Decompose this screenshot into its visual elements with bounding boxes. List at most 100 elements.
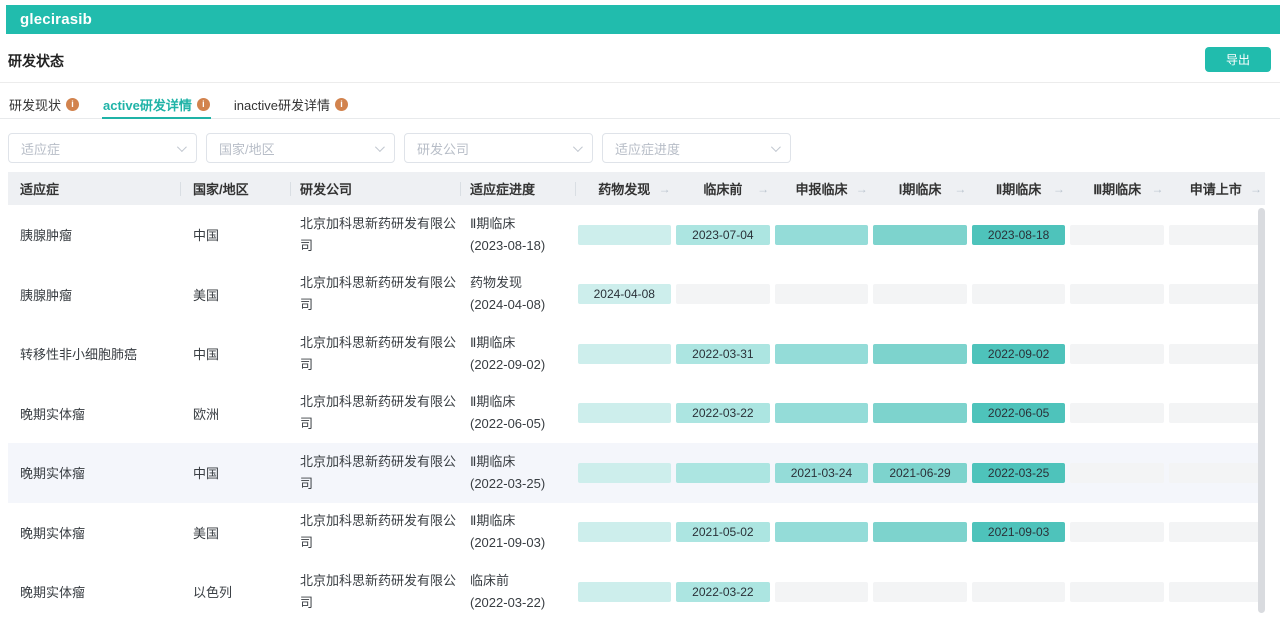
table-row[interactable]: 晚期实体瘤美国北京加科思新药研发有限公司Ⅱ期临床(2021-09-03)2021… bbox=[8, 503, 1265, 563]
arrow-right-icon: → bbox=[954, 182, 966, 196]
header-divider bbox=[0, 82, 1280, 83]
phase-slot-6 bbox=[1068, 324, 1167, 384]
progress-bar-empty bbox=[1169, 582, 1263, 602]
phase-slot-7 bbox=[1166, 324, 1265, 384]
progress-bar: 2022-03-25 bbox=[972, 463, 1066, 483]
progress-bar-empty bbox=[1169, 522, 1263, 542]
cell-progress: Ⅱ期临床(2022-06-05) bbox=[460, 384, 575, 444]
filter-select-company[interactable]: 研发公司 bbox=[404, 133, 593, 163]
phase-slot-7 bbox=[1166, 503, 1265, 563]
progress-bar-empty bbox=[873, 582, 967, 602]
column-header-phase-6: Ⅲ期临床→ bbox=[1068, 172, 1167, 205]
filter-select-indication[interactable]: 适应症 bbox=[8, 133, 197, 163]
phase-slot-3 bbox=[772, 384, 871, 444]
progress-bar-empty bbox=[972, 284, 1066, 304]
cell-indication: 胰腺肿瘤 bbox=[8, 205, 180, 265]
progress-bar-empty bbox=[1070, 344, 1164, 364]
cell-company: 北京加科思新药研发有限公司 bbox=[290, 205, 460, 265]
phase-slot-4 bbox=[871, 205, 970, 265]
progress-date: (2021-09-03) bbox=[470, 532, 575, 554]
company-name: 北京加科思新药研发有限公司 bbox=[300, 510, 460, 554]
progress-bar: 2021-06-29 bbox=[873, 463, 967, 483]
progress-bar bbox=[578, 344, 672, 364]
cell-indication: 晚期实体瘤 bbox=[8, 503, 180, 563]
export-button[interactable]: 导出 bbox=[1205, 47, 1271, 72]
progress-stage: Ⅱ期临床 bbox=[470, 391, 575, 413]
column-header-progress: 适应症进度 bbox=[460, 172, 575, 205]
table-row[interactable]: 胰腺肿瘤美国北京加科思新药研发有限公司药物发现(2024-04-08)2024-… bbox=[8, 265, 1265, 325]
drug-title: glecirasib bbox=[20, 11, 92, 28]
phase-slot-5: 2022-09-02 bbox=[969, 324, 1068, 384]
progress-bar: 2021-09-03 bbox=[972, 522, 1066, 542]
table-row[interactable]: 晚期实体瘤欧洲北京加科思新药研发有限公司Ⅱ期临床(2022-06-05)2022… bbox=[8, 384, 1265, 444]
arrow-right-icon: → bbox=[757, 182, 769, 196]
phase-slot-7 bbox=[1166, 265, 1265, 325]
phase-slot-2 bbox=[674, 443, 773, 503]
column-header-phase-5: Ⅱ期临床→ bbox=[969, 172, 1068, 205]
progress-bar-empty bbox=[1070, 284, 1164, 304]
phase-slot-7 bbox=[1166, 384, 1265, 444]
progress-bar: 2022-03-22 bbox=[676, 403, 770, 423]
column-header-company: 研发公司 bbox=[290, 172, 460, 205]
phase-slot-3: 2021-03-24 bbox=[772, 443, 871, 503]
cell-progress: Ⅱ期临床(2023-08-18) bbox=[460, 205, 575, 265]
column-header-region: 国家/地区 bbox=[180, 172, 290, 205]
cell-region: 美国 bbox=[180, 265, 290, 325]
progress-bar-empty bbox=[676, 284, 770, 304]
page-title: 研发状态 bbox=[8, 51, 64, 71]
filter-select-region[interactable]: 国家/地区 bbox=[206, 133, 395, 163]
progress-bar-empty bbox=[1070, 403, 1164, 423]
phase-label: Ⅰ期临床 bbox=[899, 179, 942, 198]
phase-slot-1: 2024-04-08 bbox=[575, 265, 674, 325]
column-header-phase-2: 临床前→ bbox=[674, 172, 773, 205]
cell-company: 北京加科思新药研发有限公司 bbox=[290, 384, 460, 444]
info-icon: i bbox=[335, 98, 348, 111]
table-row[interactable]: 胰腺肿瘤中国北京加科思新药研发有限公司Ⅱ期临床(2023-08-18) 2023-… bbox=[8, 205, 1265, 265]
tab-rd-active-detail[interactable]: active研发详情i bbox=[102, 90, 211, 118]
progress-bar bbox=[873, 522, 967, 542]
progress-bar bbox=[775, 522, 869, 542]
progress-date: (2024-04-08) bbox=[470, 294, 575, 316]
company-name: 北京加科思新药研发有限公司 bbox=[300, 332, 460, 376]
tab-rd-inactive-detail[interactable]: inactive研发详情 i bbox=[233, 90, 349, 118]
arrow-right-icon: → bbox=[1250, 182, 1262, 196]
filter-select-progress[interactable]: 适应症进度 bbox=[602, 133, 791, 163]
progress-bar bbox=[578, 225, 672, 245]
column-header-phase-3: 申报临床→ bbox=[772, 172, 871, 205]
cell-indication: 晚期实体瘤 bbox=[8, 443, 180, 503]
company-name: 北京加科思新药研发有限公司 bbox=[300, 272, 460, 316]
progress-bar bbox=[775, 225, 869, 245]
table-row[interactable]: 晚期实体瘤中国北京加科思新药研发有限公司Ⅱ期临床(2022-03-25)2021… bbox=[8, 443, 1265, 503]
phase-slot-4 bbox=[871, 384, 970, 444]
tab-label: 研发现状 bbox=[9, 95, 61, 114]
cell-indication: 胰腺肿瘤 bbox=[8, 265, 180, 325]
phase-slot-3 bbox=[772, 205, 871, 265]
phase-slot-1 bbox=[575, 384, 674, 444]
cell-region: 中国 bbox=[180, 205, 290, 265]
progress-bar: 2022-06-05 bbox=[972, 403, 1066, 423]
phase-slot-5 bbox=[969, 265, 1068, 325]
tab-label: inactive研发详情 bbox=[234, 95, 330, 114]
progress-date: (2023-08-18) bbox=[470, 235, 575, 257]
table-body: 胰腺肿瘤中国北京加科思新药研发有限公司Ⅱ期临床(2023-08-18)2023-… bbox=[8, 205, 1265, 622]
progress-bar-empty bbox=[775, 284, 869, 304]
phase-slot-1 bbox=[575, 205, 674, 265]
phase-slot-7 bbox=[1166, 205, 1265, 265]
tab-rd-status[interactable]: 研发现状i bbox=[8, 90, 80, 118]
phase-slot-1 bbox=[575, 443, 674, 503]
column-header-indication: 适应症 bbox=[8, 172, 180, 205]
filter-placeholder: 适应症进度 bbox=[615, 139, 680, 158]
phase-slot-5: 2023-08-18 bbox=[969, 205, 1068, 265]
phase-slot-4 bbox=[871, 265, 970, 325]
table-row[interactable]: 转移性非小细胞肺癌中国北京加科思新药研发有限公司Ⅱ期临床(2022-09-02)… bbox=[8, 324, 1265, 384]
vertical-scrollbar-thumb[interactable] bbox=[1258, 208, 1265, 613]
phase-slot-6 bbox=[1068, 443, 1167, 503]
filter-placeholder: 国家/地区 bbox=[219, 139, 275, 158]
cell-progress: 药物发现(2024-04-08) bbox=[460, 265, 575, 325]
phase-slot-1 bbox=[575, 503, 674, 563]
phase-slot-3 bbox=[772, 265, 871, 325]
cell-progress: Ⅱ期临床(2022-03-25) bbox=[460, 443, 575, 503]
progress-bar: 2021-03-24 bbox=[775, 463, 869, 483]
tab-bar: 研发现状i active研发详情i inactive研发详情 i bbox=[0, 90, 1280, 119]
progress-bar-empty bbox=[1169, 403, 1263, 423]
